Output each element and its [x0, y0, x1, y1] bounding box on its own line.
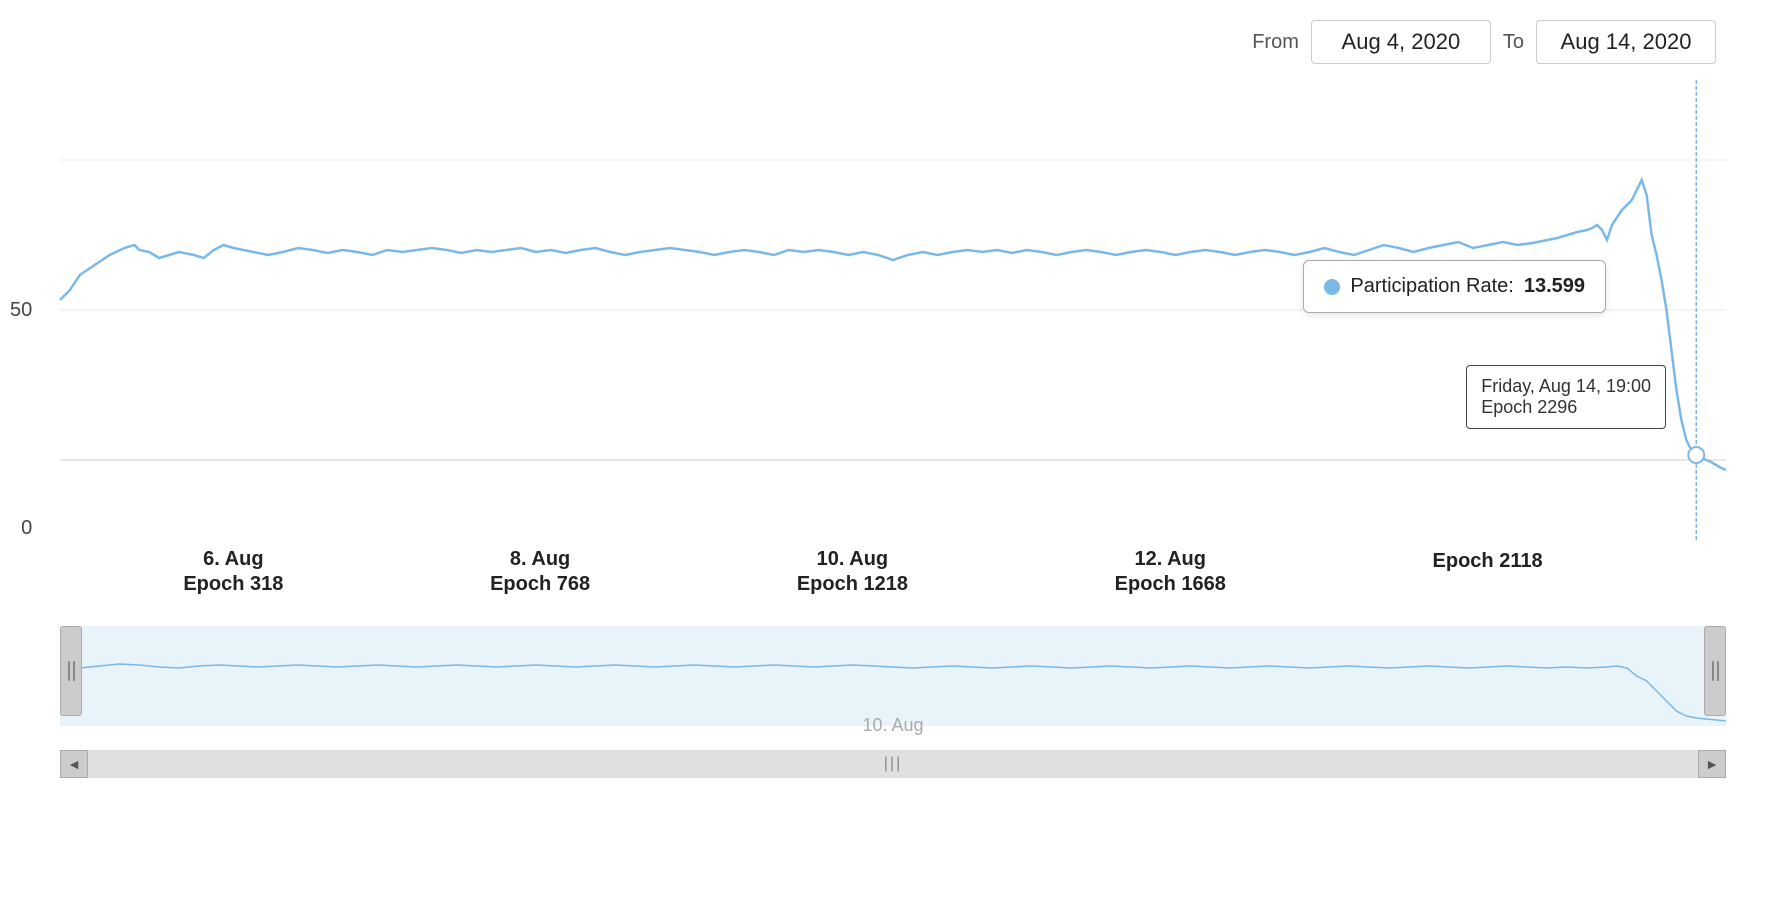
date-tooltip: Friday, Aug 14, 19:00 Epoch 2296 — [1466, 365, 1666, 429]
main-chart: 50 0 Participation Rate: 13.599 Friday, … — [60, 80, 1726, 540]
tooltip-date-line1: Friday, Aug 14, 19:00 — [1481, 376, 1651, 397]
scroll-right-button[interactable]: ► — [1698, 750, 1726, 778]
tooltip-value: 13.599 — [1524, 275, 1585, 298]
y-bottom: 0 — [21, 517, 32, 540]
x-label-5: Epoch 2118 — [1433, 548, 1543, 596]
nav-handle-lines-right — [1712, 661, 1719, 681]
x-date-2: 8. Aug — [510, 548, 570, 571]
to-date-input[interactable]: Aug 14, 2020 — [1536, 20, 1716, 64]
y-top — [27, 80, 33, 103]
mini-chart-svg[interactable] — [60, 626, 1726, 726]
x-label-2: 8. Aug Epoch 768 — [490, 548, 590, 596]
x-label-4: 12. Aug Epoch 1668 — [1115, 548, 1226, 596]
mini-chart-container: 10. Aug — [60, 626, 1726, 746]
y-mid: 50 — [10, 299, 32, 322]
date-controls: From Aug 4, 2020 To Aug 14, 2020 — [60, 20, 1726, 64]
x-axis: 6. Aug Epoch 318 8. Aug Epoch 768 10. Au… — [60, 548, 1726, 596]
from-date-input[interactable]: Aug 4, 2020 — [1311, 20, 1491, 64]
nav-handle-lines-left — [68, 661, 75, 681]
to-label: To — [1503, 31, 1524, 54]
x-epoch-2: Epoch 768 — [490, 573, 590, 596]
x-label-3: 10. Aug Epoch 1218 — [797, 548, 908, 596]
participation-tooltip: Participation Rate: 13.599 — [1303, 260, 1606, 313]
x-date-3: 10. Aug — [817, 548, 889, 571]
nav-left-handle[interactable] — [60, 626, 82, 716]
scroll-thumb: ||| — [884, 755, 902, 773]
x-epoch-3: Epoch 1218 — [797, 573, 908, 596]
tooltip-label: Participation Rate: — [1350, 275, 1513, 298]
x-label-1: 6. Aug Epoch 318 — [183, 548, 283, 596]
mini-chart-date-label: 10. Aug — [862, 715, 923, 736]
x-epoch-4: Epoch 1668 — [1115, 573, 1226, 596]
scroll-left-button[interactable]: ◄ — [60, 750, 88, 778]
chart-container: From Aug 4, 2020 To Aug 14, 2020 50 0 — [0, 0, 1786, 910]
tooltip-date-line2: Epoch 2296 — [1481, 397, 1651, 418]
x-epoch-5: Epoch 2118 — [1433, 550, 1543, 573]
from-label: From — [1252, 31, 1299, 54]
nav-right-handle[interactable] — [1704, 626, 1726, 716]
y-axis: 50 0 — [10, 80, 32, 540]
tooltip-dot — [1324, 279, 1340, 295]
x-date-4: 12. Aug — [1135, 548, 1207, 571]
x-epoch-1: Epoch 318 — [183, 573, 283, 596]
scroll-track[interactable]: ||| — [88, 750, 1698, 778]
x-date-1: 6. Aug — [203, 548, 263, 571]
scrollbar[interactable]: ◄ ||| ► — [60, 750, 1726, 778]
